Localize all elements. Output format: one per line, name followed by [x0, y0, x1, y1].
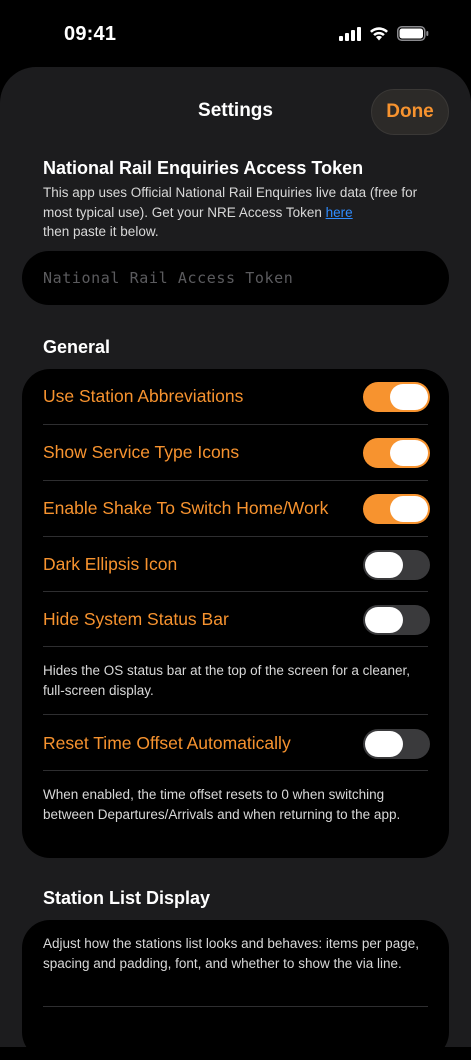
wifi-icon [370, 27, 388, 41]
toggle-label: Show Service Type Icons [43, 442, 240, 462]
dark-ellipsis-icon-switch[interactable] [363, 549, 430, 580]
station-abbreviations-switch[interactable] [363, 381, 430, 412]
row-divider [43, 770, 428, 771]
reset-time-offset-switch[interactable] [363, 728, 430, 759]
toggle-label: Enable Shake To Switch Home/Work [43, 498, 329, 518]
token-description: This app uses Official National Rail Enq… [43, 183, 443, 242]
nre-token-link[interactable]: here [326, 205, 353, 220]
battery-icon [397, 26, 429, 41]
toggle-label: Reset Time Offset Automatically [43, 733, 291, 753]
switch-knob [390, 383, 428, 410]
status-icons [339, 26, 429, 41]
general-settings-card: Use Station Abbreviations Show Service T… [22, 369, 449, 858]
switch-knob [365, 551, 403, 578]
reset-offset-footnote: When enabled, the time offset resets to … [43, 787, 401, 822]
access-token-input[interactable] [22, 251, 449, 305]
station-list-description: Adjust how the stations list looks and b… [43, 936, 419, 971]
token-section-heading: National Rail Enquiries Access Token [43, 158, 364, 178]
toggle-row-dark-ellipsis[interactable]: Dark Ellipsis Icon [43, 537, 430, 592]
hide-status-bar-switch[interactable] [363, 604, 430, 635]
status-bar-footnote: Hides the OS status bar at the top of th… [43, 663, 410, 698]
switch-knob [365, 606, 403, 633]
switch-knob [390, 439, 428, 466]
status-bar: 09:41 [0, 0, 471, 68]
row-divider [43, 1006, 428, 1007]
toggle-row-shake-switch[interactable]: Enable Shake To Switch Home/Work [43, 481, 430, 536]
done-button[interactable]: Done [371, 89, 449, 135]
switch-knob [390, 495, 428, 522]
general-section-heading: General [43, 337, 111, 357]
station-list-card: Adjust how the stations list looks and b… [22, 920, 449, 1060]
toggle-row-hide-status-bar[interactable]: Hide System Status Bar [43, 592, 430, 647]
toggle-row-service-type-icons[interactable]: Show Service Type Icons [43, 425, 430, 480]
token-description-text: This app uses Official National Rail Enq… [43, 185, 418, 220]
toggle-row-station-abbreviations[interactable]: Use Station Abbreviations [43, 369, 430, 424]
cellular-signal-icon [339, 26, 361, 41]
status-time: 09:41 [64, 23, 117, 45]
shake-switch-home-work-switch[interactable] [363, 493, 430, 524]
switch-knob [365, 730, 403, 757]
row-divider [43, 646, 428, 647]
service-type-icons-switch[interactable] [363, 437, 430, 468]
toggle-row-reset-time-offset[interactable]: Reset Time Offset Automatically [43, 716, 430, 771]
row-divider [43, 714, 428, 715]
toggle-label: Use Station Abbreviations [43, 386, 244, 406]
toggle-label: Hide System Status Bar [43, 609, 229, 629]
token-description-tail: then paste it below. [43, 224, 159, 239]
toggle-label: Dark Ellipsis Icon [43, 554, 178, 574]
station-list-section-heading: Station List Display [43, 888, 211, 908]
